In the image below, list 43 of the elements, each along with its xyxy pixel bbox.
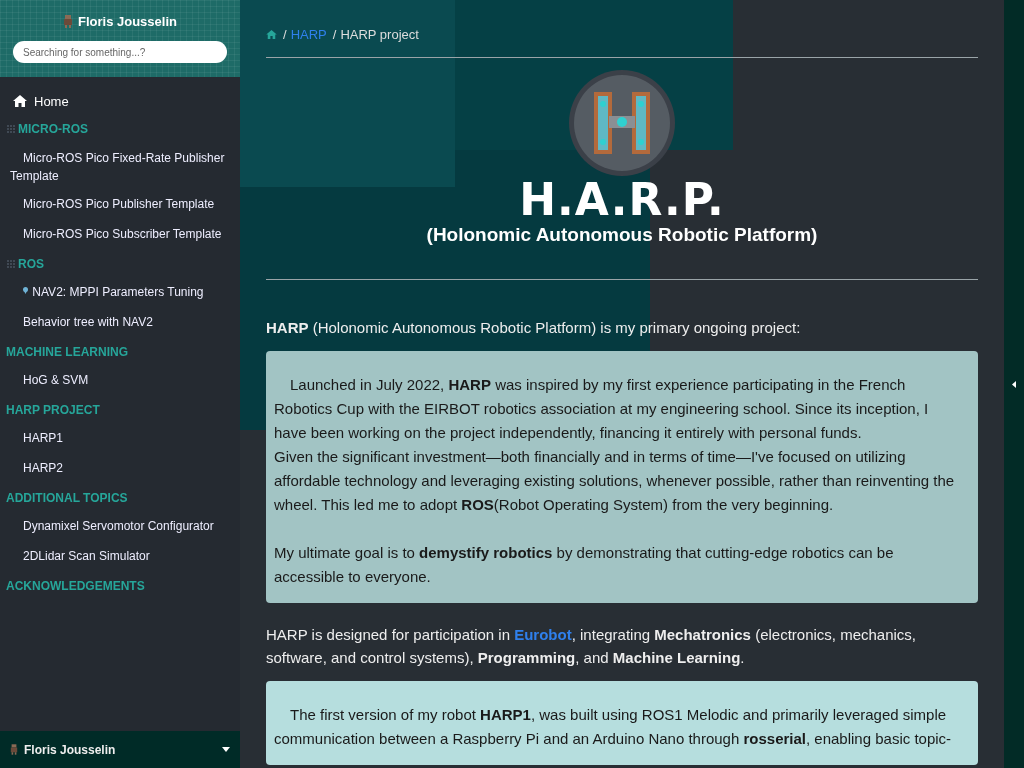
breadcrumb-current: HARP project [340,26,419,42]
nav-section[interactable]: ADDITIONAL TOPICS [0,484,240,512]
footer-name: Floris Jousselin [24,742,117,757]
paragraph: The first version of my robot HARP1, was built using ROS1 Melodic and primarily leveraged simple communication between a Raspberry Pi and an Arduino Nano through rosserial, enabling basic topic- [274,705,953,749]
nav-section[interactable]: HARP PROJECT [0,396,240,424]
caret-icon [1012,380,1016,388]
home-link[interactable]: Home [0,87,240,115]
nav-section[interactable]: ACKNOWLEDGEMENTS [0,572,240,600]
caret-icon [222,747,230,752]
nav-link[interactable]: 2DLidar Scan Simulator [0,542,240,572]
page-subtitle: (Holonomic Autonomous Robotic Platform) [426,224,818,246]
nav-link[interactable]: Micro-ROS Pico Subscriber Template [0,220,240,250]
paragraph: HARP is designed for participation in Eurobot, integrating Mechatronics (electronics, mechanics, software, and control systems), Programming, and Machine Learning. [266,625,918,668]
grid-icon [6,124,16,134]
nav-section[interactable]: MACHINE LEARNING [0,338,240,366]
nav-section[interactable]: ROS [0,250,240,278]
page-title: H.A.R.P. [519,178,725,222]
nav-link[interactable]: HoG & SVM [0,366,240,396]
nav-link[interactable]: Micro-ROS Pico Publisher Template [0,190,240,220]
nav-link[interactable]: Micro-ROS Pico Fixed-Rate Publisher Template [0,143,240,190]
breadcrumb-separator: / [283,26,287,42]
paragraph: My ultimate goal is to demystify robotics by demonstrating that cutting-edge robotics can be accessible to everyone. [274,543,895,587]
paragraph: HARP (Holonomic Autonomous Robotic Platform) is my primary ongoing project: [266,318,802,338]
nav-link[interactable]: HARP2 [0,454,240,484]
nav-link[interactable]: Behavior tree with NAV2 [0,308,240,338]
eurobot-link[interactable]: Eurobot [514,626,572,643]
paragraph: Given the significant investment—both financially and in terms of time—I've focused on utilizing affordable technology and leveraging existing solutions, whenever possible, rather than reinventing the wheel. This led me to adopt ROS(Robot Operating System) from the very beginning. [274,447,956,515]
nav-link[interactable]: NAV2: MPPI Parameters Tuning [0,278,240,308]
robot-icon [10,744,18,755]
pin-icon [23,287,28,294]
grid-icon [6,259,16,269]
site-title[interactable]: Floris Jousselin [78,13,177,29]
robot-icon [63,14,73,28]
nav-section[interactable]: MICRO-ROS [0,115,240,143]
search-field[interactable]: Searching for something...? [13,41,227,63]
sidebar-footer[interactable]: Floris Jousselin [0,731,240,768]
right-panel-toggle[interactable] [1004,0,1024,768]
paragraph: Launched in July 2022, HARP was inspired by my first experience participating in the French Robotics Cup with the EIRBOT robotics association at my engineering school. Since its inception, I have been working on the project independently, financing it entirely with personal funds. [274,375,930,443]
home-icon [13,95,27,107]
breadcrumb-separator: / [332,26,337,42]
nav-link[interactable]: HARP1 [0,424,240,454]
home-icon[interactable] [266,29,277,39]
nav-link[interactable]: Dynamixel Servomotor Configurator [0,512,240,542]
